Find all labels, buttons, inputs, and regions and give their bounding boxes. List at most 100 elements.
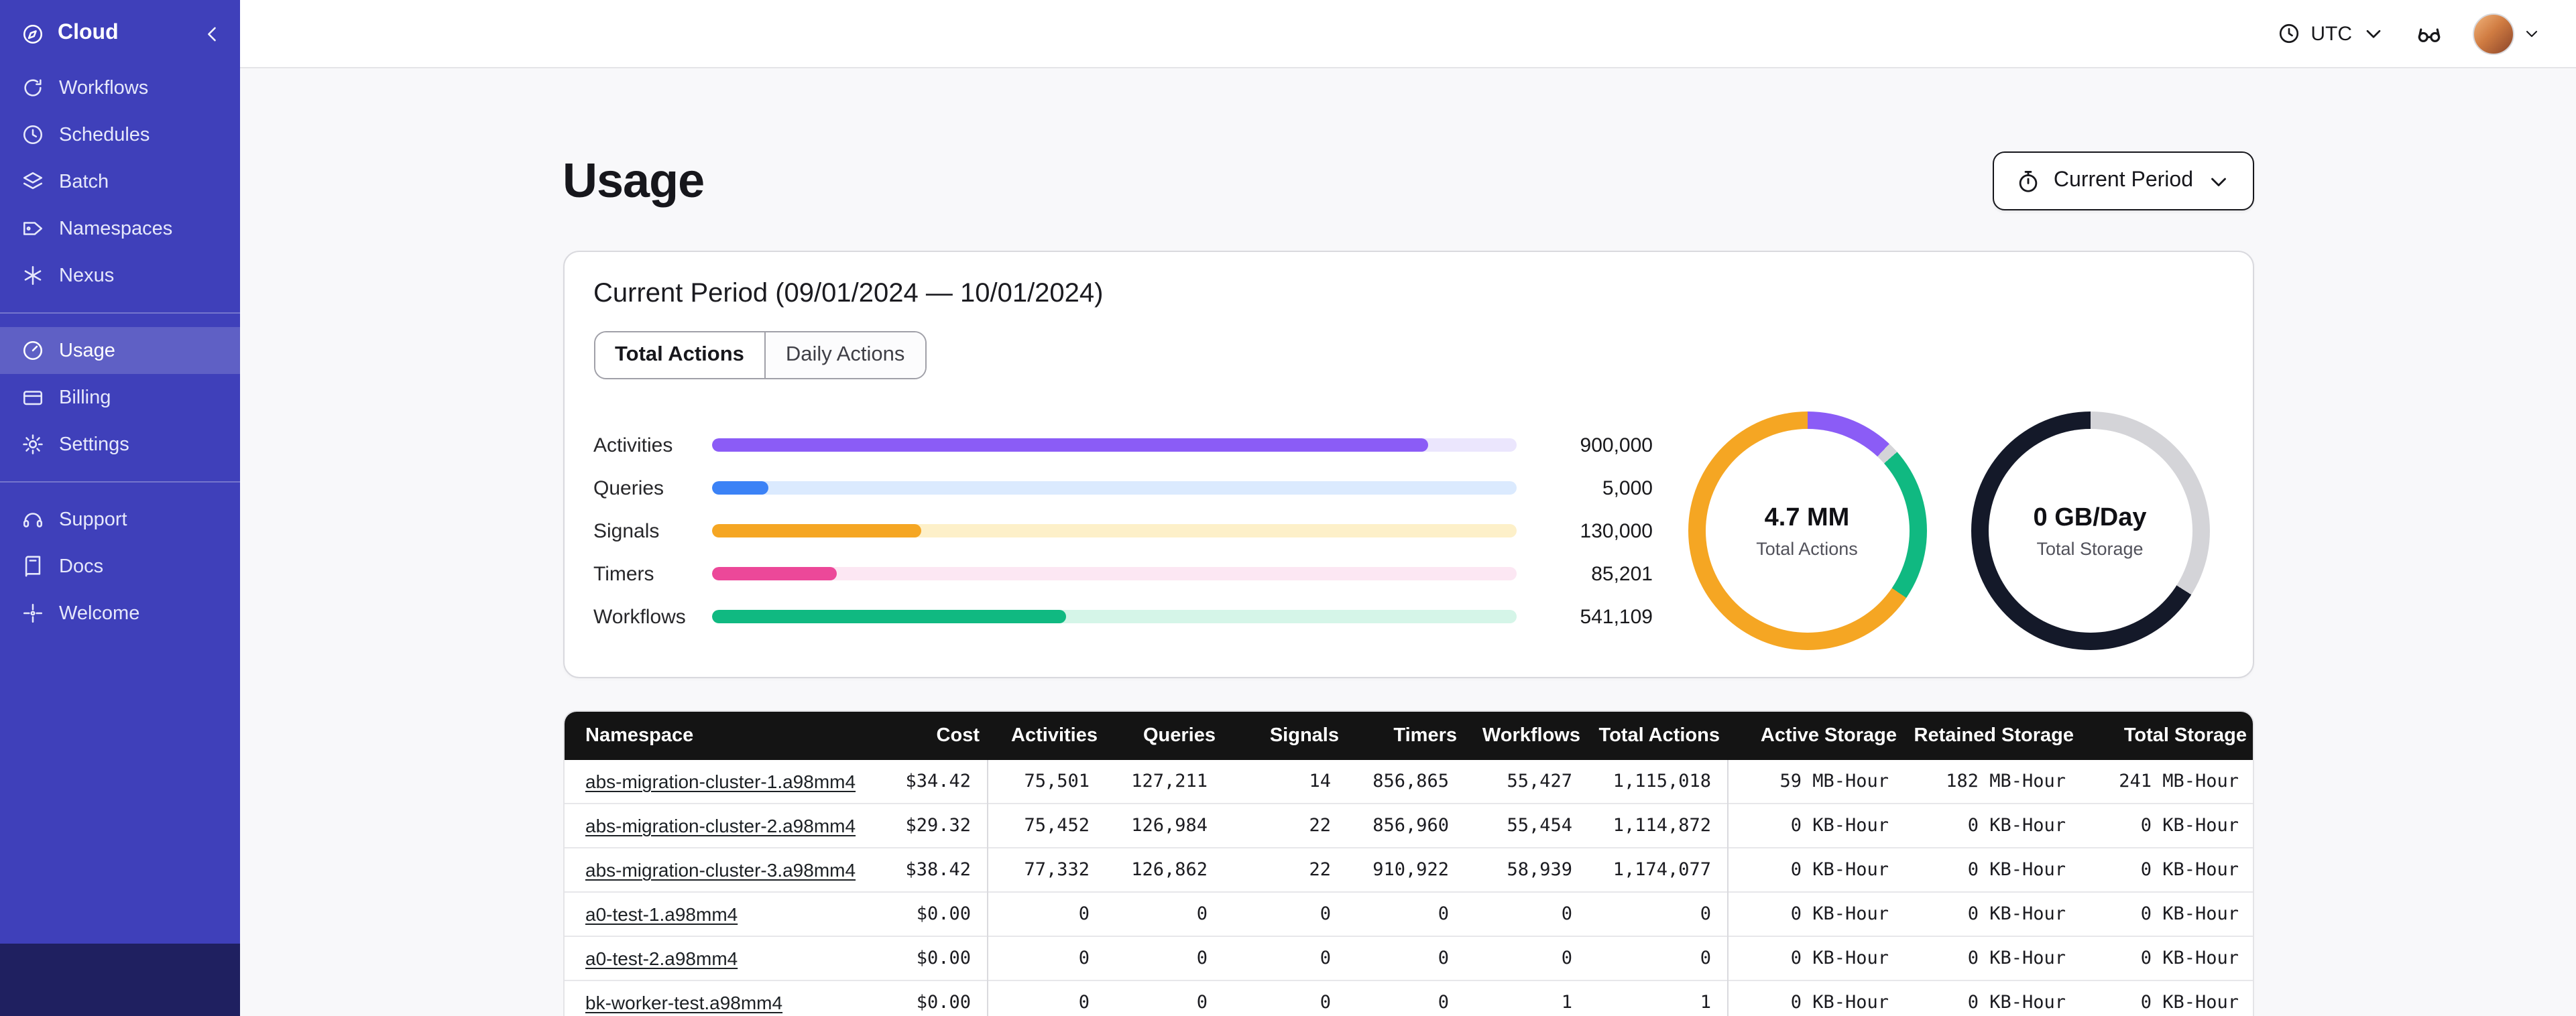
donut-total-actions: 4.7 MM Total Actions bbox=[1688, 411, 1926, 650]
sidebar-item-namespaces[interactable]: Namespaces bbox=[0, 205, 240, 252]
column-header-namespace: Namespace bbox=[564, 712, 864, 760]
sidebar-item-support[interactable]: Support bbox=[0, 496, 240, 543]
docs-icon bbox=[21, 555, 44, 578]
table-cell: 1,115,018 bbox=[1588, 760, 1729, 804]
table-cell: 55,454 bbox=[1465, 803, 1588, 848]
sidebar-item-label: Welcome bbox=[59, 602, 140, 624]
settings-icon bbox=[21, 433, 44, 456]
donut-center: 0 GB/Day Total Storage bbox=[1988, 429, 2192, 633]
bar-fill bbox=[711, 524, 921, 537]
sidebar-item-billing[interactable]: Billing bbox=[0, 374, 240, 421]
namespace-link[interactable]: abs-migration-cluster-1.a98mm4 bbox=[585, 771, 856, 792]
table-cell: 0 KB-Hour bbox=[1728, 936, 1905, 980]
namespace-link[interactable]: abs-migration-cluster-3.a98mm4 bbox=[585, 859, 856, 881]
welcome-icon bbox=[21, 602, 44, 625]
sidebar-header: Cloud bbox=[0, 0, 240, 64]
table-cell: 59 MB-Hour bbox=[1779, 771, 1889, 792]
namespace-link[interactable]: a0-test-1.a98mm4 bbox=[585, 903, 738, 925]
namespace-link[interactable]: abs-migration-cluster-2.a98mm4 bbox=[585, 815, 856, 836]
brand-label: Cloud bbox=[58, 21, 119, 44]
usage-bar-row: Queries 5,000 bbox=[593, 477, 1653, 499]
timezone-selector[interactable]: UTC bbox=[2277, 21, 2386, 46]
table-row: bk-worker-test.a98mm4 $0.00 0 0 0 0 1 1 0 KB-Hou… bbox=[564, 980, 2252, 1016]
user-menu[interactable] bbox=[2473, 13, 2541, 54]
table-cell: 910,922 bbox=[1347, 847, 1465, 892]
bar-label: Timers bbox=[593, 562, 654, 585]
actions-tabs: Total Actions Daily Actions bbox=[593, 331, 927, 379]
usage-icon bbox=[21, 339, 44, 362]
table-row: abs-migration-cluster-1.a98mm4 $34.42 75,5… bbox=[564, 760, 2252, 804]
bar-label: Workflows bbox=[593, 605, 686, 628]
sidebar-item-schedules[interactable]: Schedules bbox=[0, 111, 240, 158]
sidebar-item-label: Support bbox=[59, 509, 127, 530]
glasses-icon[interactable] bbox=[2415, 19, 2443, 48]
bar-fill bbox=[711, 438, 1427, 452]
sidebar-item-label: Settings bbox=[59, 434, 129, 455]
usage-bar-row: Workflows 541,109 bbox=[593, 605, 1653, 628]
table-cell: $34.42 bbox=[864, 760, 988, 804]
tab-total-actions[interactable]: Total Actions bbox=[595, 332, 764, 378]
sidebar-item-batch[interactable]: Batch bbox=[0, 158, 240, 205]
table-row: abs-migration-cluster-3.a98mm4 $38.42 77,3… bbox=[564, 847, 2252, 892]
table-cell: 1,114,872 bbox=[1588, 803, 1729, 848]
nexus-icon bbox=[21, 264, 44, 287]
donut-label: Total Actions bbox=[1756, 538, 1858, 558]
sidebar-item-docs[interactable]: Docs bbox=[0, 543, 240, 590]
usage-bars-chart: Activities 900,000 Queries 5,000 Signals 130,… bbox=[593, 434, 1653, 628]
donut-total-storage: 0 GB/Day Total Storage bbox=[1971, 411, 2209, 650]
table-cell: 0 KB-Hour bbox=[2082, 891, 2252, 936]
usage-summary-card: Current Period (09/01/2024 — 10/01/2024)… bbox=[563, 251, 2253, 678]
chevron-down-icon bbox=[2361, 21, 2386, 46]
sidebar-item-nexus[interactable]: Nexus bbox=[0, 252, 240, 299]
namespace-usage-table: Namespace Cost Activities Queries Signals Tim… bbox=[563, 710, 2253, 1016]
sidebar-item-workflows[interactable]: Workflows bbox=[0, 64, 240, 111]
table-cell: 0 KB-Hour bbox=[2082, 803, 2252, 848]
sidebar-item-label: Batch bbox=[59, 171, 109, 192]
table-cell: 0 bbox=[988, 936, 1106, 980]
namespaces-icon bbox=[21, 217, 44, 240]
avatar bbox=[2473, 13, 2514, 54]
table-cell: 0 bbox=[1347, 891, 1465, 936]
table-cell: 0 bbox=[1465, 936, 1588, 980]
table-cell: 0 bbox=[988, 980, 1106, 1016]
stopwatch-icon bbox=[2016, 168, 2042, 194]
tab-daily-actions[interactable]: Daily Actions bbox=[764, 332, 925, 378]
table-cell: 856,960 bbox=[1347, 803, 1465, 848]
sidebar-item-label: Namespaces bbox=[59, 218, 173, 239]
app-root: Cloud Workflows Schedules Batch Namespaces N… bbox=[0, 0, 2576, 1016]
table-cell: 0 KB-Hour bbox=[1905, 847, 2082, 892]
sidebar-collapse-button[interactable] bbox=[201, 22, 224, 45]
table-cell: 75,501 bbox=[1024, 771, 1090, 792]
sidebar-item-usage[interactable]: Usage bbox=[0, 327, 240, 374]
sidebar-item-welcome[interactable]: Welcome bbox=[0, 590, 240, 637]
topbar: UTC bbox=[240, 0, 2576, 68]
bar-fill bbox=[711, 610, 1065, 623]
bar-value: 900,000 bbox=[1580, 434, 1653, 456]
namespace-link[interactable]: bk-worker-test.a98mm4 bbox=[585, 992, 782, 1013]
table-cell: 58,939 bbox=[1465, 847, 1588, 892]
period-selector-button[interactable]: Current Period bbox=[1993, 151, 2253, 210]
table-cell: 0 bbox=[1224, 936, 1347, 980]
billing-icon bbox=[21, 386, 44, 409]
namespace-link[interactable]: a0-test-2.a98mm4 bbox=[585, 948, 738, 969]
table-cell: 1 bbox=[1465, 980, 1588, 1016]
table-cell: 0 bbox=[1224, 980, 1347, 1016]
column-header-queries: Queries bbox=[1106, 712, 1224, 760]
bar-value: 130,000 bbox=[1580, 519, 1653, 542]
table-cell: $0.00 bbox=[864, 980, 988, 1016]
table-row: a0-test-1.a98mm4 $0.00 0 0 0 0 0 0 0 KB-Hour 0 KB… bbox=[564, 891, 2252, 936]
bar-label: Activities bbox=[593, 434, 673, 456]
schedules-icon bbox=[21, 123, 44, 146]
sidebar-item-settings[interactable]: Settings bbox=[0, 421, 240, 468]
table-cell: 0 bbox=[988, 891, 1106, 936]
column-header-cost: Cost bbox=[864, 712, 988, 760]
donut-value: 4.7 MM bbox=[1764, 503, 1850, 531]
bar-value: 5,000 bbox=[1602, 477, 1653, 499]
usage-bar-row: Signals 130,000 bbox=[593, 519, 1653, 542]
table-cell: 0 KB-Hour bbox=[1905, 891, 2082, 936]
column-header-activities: Activities bbox=[988, 712, 1106, 760]
usage-donuts: 4.7 MM Total Actions 0 GB/Day Total Storage bbox=[1653, 411, 2223, 650]
table-row: a0-test-2.a98mm4 $0.00 0 0 0 0 0 0 0 KB-Hour 0 KB… bbox=[564, 936, 2252, 980]
table-cell: 22 bbox=[1224, 847, 1347, 892]
table-cell: 0 bbox=[1106, 936, 1224, 980]
